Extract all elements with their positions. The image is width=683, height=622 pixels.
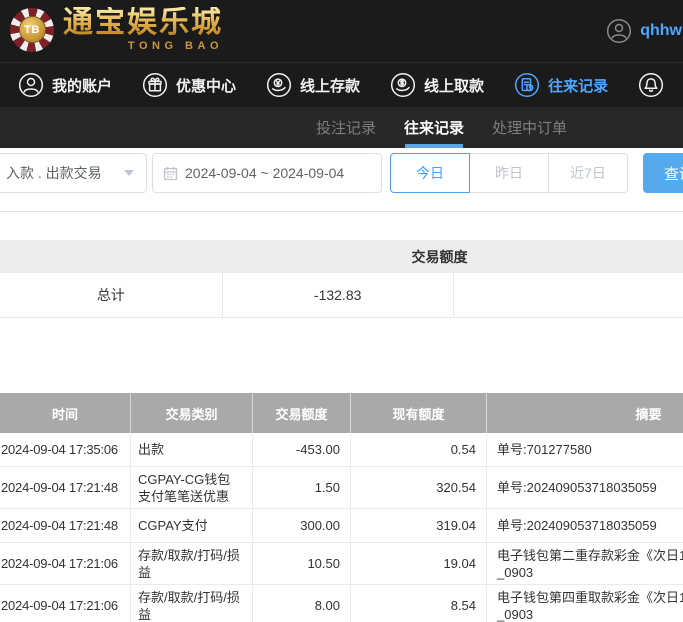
table-row[interactable]: 2024-09-04 17:21:06 存款/取款/打码/损益 8.00 8.5… bbox=[0, 585, 683, 622]
column-header-type: 交易类别 bbox=[131, 393, 253, 433]
records-table-body: 2024-09-04 17:35:06 出款 -453.00 0.54 单号:7… bbox=[0, 433, 683, 622]
transaction-type-select[interactable]: 入款 . 出款交易 bbox=[0, 153, 147, 193]
summary-header-label: 交易额度 bbox=[289, 240, 590, 273]
tab-label: 往来记录 bbox=[404, 117, 464, 138]
summary-table-header: 交易额度 bbox=[0, 240, 683, 273]
nav-label: 线上存款 bbox=[300, 75, 360, 96]
records-subnav: 投注记录 往来记录 处理中订单 bbox=[0, 107, 683, 148]
withdraw-icon bbox=[390, 72, 416, 98]
nav-label: 优惠中心 bbox=[176, 75, 236, 96]
select-value: 入款 . 出款交易 bbox=[6, 163, 102, 183]
chevron-down-icon bbox=[124, 170, 134, 176]
quick-filter-7days-button[interactable]: 近7日 bbox=[548, 153, 628, 193]
column-header-time: 时间 bbox=[0, 393, 131, 433]
bell-icon bbox=[638, 72, 664, 98]
records-table-header: 时间 交易类别 交易额度 现有额度 摘要 bbox=[0, 393, 683, 433]
cell-summary: 电子钱包第二重存款彩金《次日1 _0903 bbox=[487, 543, 683, 584]
summary-total-label: 总计 bbox=[0, 273, 222, 317]
cell-summary: 电子钱包第四重取款彩金《次日1 _0903 bbox=[487, 585, 683, 622]
column-header-summary: 摘要 bbox=[487, 393, 683, 433]
table-row[interactable]: 2024-09-04 17:21:48 CGPAY-CG钱包支付笔笔送优惠 1.… bbox=[0, 467, 683, 509]
nav-label: 线上取款 bbox=[424, 75, 484, 96]
main-navigation: 我的账户 优惠中心 线上存款 线上取款 bbox=[0, 62, 683, 107]
logo-text: 通宝娱乐城 TONG BAO bbox=[63, 7, 223, 52]
cell-summary: 单号:202409053718035059 bbox=[487, 467, 683, 508]
filter-bar: 入款 . 出款交易 2024-09-04 ~ 2024-09-04 今日 昨日 … bbox=[0, 148, 683, 212]
column-header-balance: 现有额度 bbox=[351, 393, 487, 433]
quick-filter-yesterday-button[interactable]: 昨日 bbox=[469, 153, 549, 193]
cell-amount: 300.00 bbox=[253, 509, 351, 542]
cell-time: 2024-09-04 17:21:48 bbox=[0, 467, 131, 508]
calendar-icon bbox=[163, 166, 178, 181]
tab-transaction-records[interactable]: 往来记录 bbox=[404, 107, 464, 148]
nav-item-notifications[interactable] bbox=[638, 72, 664, 98]
site-logo[interactable]: TB 通宝娱乐城 TONG BAO bbox=[10, 7, 223, 52]
cell-type: 存款/取款/打码/损益 bbox=[131, 585, 253, 622]
tab-label: 处理中订单 bbox=[492, 117, 567, 138]
quick-filter-today-button[interactable]: 今日 bbox=[390, 153, 470, 193]
user-icon bbox=[18, 72, 44, 98]
nav-item-promotions[interactable]: 优惠中心 bbox=[142, 72, 236, 98]
summary-total-row: 总计 -132.83 bbox=[0, 273, 683, 318]
nav-label: 往来记录 bbox=[548, 75, 608, 96]
cell-time: 2024-09-04 17:21:48 bbox=[0, 509, 131, 542]
tab-processing-orders[interactable]: 处理中订单 bbox=[492, 107, 567, 148]
nav-label: 我的账户 bbox=[52, 75, 112, 96]
summary-empty-cell bbox=[453, 273, 683, 317]
logo-title: 通宝娱乐城 bbox=[63, 7, 223, 39]
user-avatar-icon bbox=[606, 18, 632, 44]
tab-betting-records[interactable]: 投注记录 bbox=[316, 107, 376, 148]
gift-icon bbox=[142, 72, 168, 98]
username: qhhw bbox=[640, 22, 682, 40]
cell-amount: 8.00 bbox=[253, 585, 351, 622]
nav-item-online-deposit[interactable]: 线上存款 bbox=[266, 72, 360, 98]
page: TB 通宝娱乐城 TONG BAO qhhw 我的账户 bbox=[0, 0, 683, 622]
summary-total-value: -132.83 bbox=[222, 273, 453, 317]
column-header-amount: 交易额度 bbox=[253, 393, 351, 433]
cell-summary: 单号:202409053718035059 bbox=[487, 509, 683, 542]
topbar: TB 通宝娱乐城 TONG BAO qhhw bbox=[0, 0, 683, 62]
cell-time: 2024-09-04 17:35:06 bbox=[0, 433, 131, 466]
cell-balance: 320.54 bbox=[351, 467, 487, 508]
cell-amount: 10.50 bbox=[253, 543, 351, 584]
cell-type: 出款 bbox=[131, 433, 253, 466]
cell-balance: 8.54 bbox=[351, 585, 487, 622]
deposit-icon bbox=[266, 72, 292, 98]
nav-item-transaction-records[interactable]: 往来记录 bbox=[514, 72, 608, 98]
cell-summary: 单号:701277580 bbox=[487, 433, 683, 466]
tab-label: 投注记录 bbox=[316, 117, 376, 138]
logo-subtitle: TONG BAO bbox=[63, 40, 223, 52]
chip-monogram: TB bbox=[19, 16, 46, 43]
records-icon bbox=[514, 72, 540, 98]
search-button[interactable]: 查询 bbox=[643, 153, 683, 193]
table-row[interactable]: 2024-09-04 17:21:06 存款/取款/打码/损益 10.50 19… bbox=[0, 543, 683, 585]
cell-balance: 19.04 bbox=[351, 543, 487, 584]
user-account[interactable]: qhhw bbox=[606, 0, 683, 62]
nav-item-my-account[interactable]: 我的账户 bbox=[18, 72, 112, 98]
table-row[interactable]: 2024-09-04 17:21:48 CGPAY支付 300.00 319.0… bbox=[0, 509, 683, 543]
cell-type: CGPAY-CG钱包支付笔笔送优惠 bbox=[131, 467, 253, 508]
cell-type: 存款/取款/打码/损益 bbox=[131, 543, 253, 584]
date-range-value: 2024-09-04 ~ 2024-09-04 bbox=[185, 165, 344, 181]
cell-balance: 0.54 bbox=[351, 433, 487, 466]
table-row[interactable]: 2024-09-04 17:35:06 出款 -453.00 0.54 单号:7… bbox=[0, 433, 683, 467]
poker-chip-icon: TB bbox=[10, 8, 54, 52]
nav-item-online-withdrawal[interactable]: 线上取款 bbox=[390, 72, 484, 98]
cell-time: 2024-09-04 17:21:06 bbox=[0, 585, 131, 622]
cell-type: CGPAY支付 bbox=[131, 509, 253, 542]
cell-amount: -453.00 bbox=[253, 433, 351, 466]
cell-time: 2024-09-04 17:21:06 bbox=[0, 543, 131, 584]
date-range-picker[interactable]: 2024-09-04 ~ 2024-09-04 bbox=[152, 153, 382, 193]
cell-amount: 1.50 bbox=[253, 467, 351, 508]
cell-balance: 319.04 bbox=[351, 509, 487, 542]
